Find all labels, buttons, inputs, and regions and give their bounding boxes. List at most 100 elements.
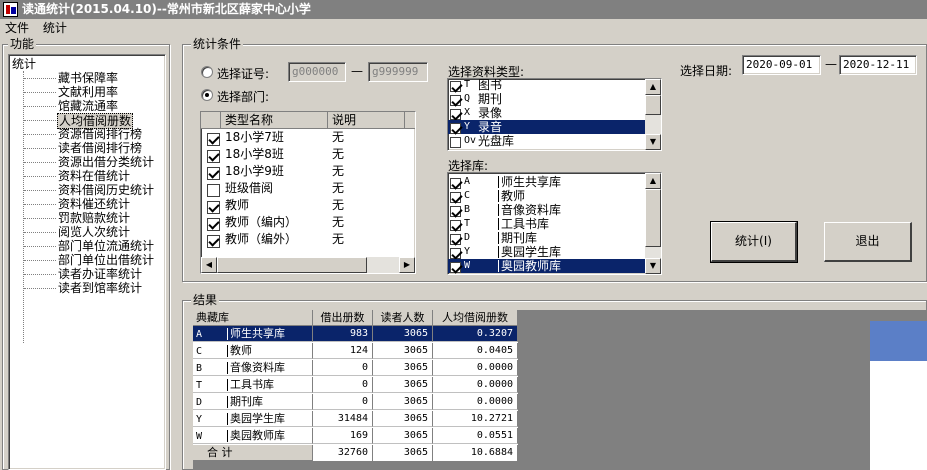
- radio-card-number[interactable]: [201, 66, 213, 78]
- tree-root[interactable]: 统计: [12, 57, 36, 71]
- scroll-right-icon[interactable]: ▶: [399, 257, 415, 273]
- card-to-input[interactable]: g999999: [368, 62, 428, 82]
- results-cell[interactable]: 983: [313, 326, 373, 342]
- dept-hscroll[interactable]: ◀ ▶: [201, 257, 415, 273]
- results-cell[interactable]: W 奥园教师库: [193, 428, 313, 444]
- tree-item[interactable]: 罚款赔款统计: [57, 211, 131, 225]
- library-vscroll-thumb[interactable]: [645, 189, 661, 247]
- checkbox-icon[interactable]: [450, 95, 461, 106]
- checkbox-icon[interactable]: [450, 109, 461, 120]
- results-cell[interactable]: 0.0405: [433, 343, 518, 359]
- checkbox-icon[interactable]: [450, 248, 461, 259]
- results-cell[interactable]: C 教师: [193, 343, 313, 359]
- results-cell[interactable]: 3065: [373, 377, 433, 393]
- checkbox-icon[interactable]: [207, 235, 220, 248]
- results-cell[interactable]: 0.0000: [433, 377, 518, 393]
- department-list[interactable]: 类型名称 说明 18小学7班无 18小学8班无 18小学9班无班级借阅无教师无教师（…: [200, 111, 416, 274]
- library-list[interactable]: A 师生共享库 C 教师 B 音像资料库 T 工具书库 D 期刊库 Y 奥园学生库 W 奥园教师库 ▲ ▼: [447, 172, 662, 275]
- type-row[interactable]: Ov 光盘库: [448, 134, 645, 148]
- library-row[interactable]: Y 奥园学生库: [448, 245, 645, 259]
- checkbox-icon[interactable]: [450, 81, 461, 92]
- menu-statistics[interactable]: 统计: [38, 19, 72, 37]
- results-cell[interactable]: 31484: [313, 411, 373, 427]
- results-grid[interactable]: 典藏库 借出册数 读者人数 人均借阅册数 A 师生共享库 983 3065 0.3207 C 教师 1…: [193, 310, 927, 470]
- library-row[interactable]: A 师生共享库: [448, 175, 645, 189]
- type-row[interactable]: Y 录音: [448, 120, 645, 134]
- checkbox-icon[interactable]: [207, 184, 220, 197]
- dept-row[interactable]: 教师（编内） 无: [201, 214, 415, 231]
- library-row[interactable]: D 期刊库: [448, 231, 645, 245]
- menu-file[interactable]: 文件: [0, 19, 34, 37]
- dept-header-desc[interactable]: 说明: [328, 112, 405, 129]
- checkbox-icon[interactable]: [450, 123, 461, 134]
- library-row[interactable]: W 奥园教师库: [448, 259, 645, 273]
- dept-row[interactable]: 18小学8班 无: [201, 146, 415, 163]
- results-cell[interactable]: 124: [313, 343, 373, 359]
- results-cell[interactable]: 3065: [373, 411, 433, 427]
- tree-item[interactable]: 读者借阅排行榜: [57, 141, 143, 155]
- dept-hscroll-thumb[interactable]: [217, 257, 367, 273]
- results-cell[interactable]: 169: [313, 428, 373, 444]
- tree-item[interactable]: 资料借阅历史统计: [57, 183, 155, 197]
- checkbox-icon[interactable]: [207, 167, 220, 180]
- tree-item[interactable]: 读者到馆率统计: [57, 281, 143, 295]
- library-row[interactable]: T 工具书库: [448, 217, 645, 231]
- dept-header-name[interactable]: 类型名称: [221, 112, 328, 129]
- results-cell[interactable]: 0.0000: [433, 360, 518, 376]
- tree-item[interactable]: 阅览人次统计: [57, 225, 131, 239]
- results-header-cell[interactable]: 人均借阅册数: [433, 310, 518, 326]
- results-cell[interactable]: 0: [313, 377, 373, 393]
- tree-item[interactable]: 资料催还统计: [57, 197, 131, 211]
- results-cell[interactable]: 3065: [373, 360, 433, 376]
- scroll-down-icon[interactable]: ▼: [645, 258, 661, 274]
- statistics-button[interactable]: 统计(I): [710, 221, 798, 263]
- tree-item[interactable]: 部门单位出借统计: [57, 253, 155, 267]
- dept-row[interactable]: 18小学9班 无: [201, 163, 415, 180]
- checkbox-icon[interactable]: [450, 220, 461, 231]
- results-cell[interactable]: 3065: [373, 428, 433, 444]
- results-cell[interactable]: 0.0000: [433, 394, 518, 410]
- results-cell[interactable]: 10.2721: [433, 411, 518, 427]
- dept-row[interactable]: 教师（编外） 无: [201, 231, 415, 248]
- checkbox-icon[interactable]: [207, 218, 220, 231]
- results-header-cell[interactable]: 典藏库: [193, 310, 313, 326]
- scroll-up-icon[interactable]: ▲: [645, 173, 661, 189]
- results-cell[interactable]: 0: [313, 360, 373, 376]
- checkbox-icon[interactable]: [450, 206, 461, 217]
- checkbox-icon[interactable]: [450, 137, 461, 148]
- date-to-input[interactable]: 2020-12-11: [839, 55, 917, 75]
- type-row[interactable]: Q 期刊: [448, 92, 645, 106]
- results-cell[interactable]: 0.3207: [433, 326, 518, 342]
- library-row[interactable]: C 教师: [448, 189, 645, 203]
- results-cell[interactable]: 3065: [373, 326, 433, 342]
- type-vscroll-thumb[interactable]: [645, 95, 661, 115]
- dept-row[interactable]: 班级借阅 无: [201, 180, 415, 197]
- scroll-down-icon[interactable]: ▼: [645, 134, 661, 150]
- card-from-input[interactable]: g000000: [288, 62, 346, 82]
- app-icon[interactable]: [3, 2, 18, 17]
- dept-row[interactable]: 18小学7班 无: [201, 129, 415, 146]
- results-header-cell[interactable]: 读者人数: [373, 310, 433, 326]
- results-cell[interactable]: 0: [313, 394, 373, 410]
- checkbox-icon[interactable]: [207, 133, 220, 146]
- checkbox-icon[interactable]: [450, 234, 461, 245]
- type-row[interactable]: T 图书: [448, 79, 645, 92]
- results-cell[interactable]: Y 奥园学生库: [193, 411, 313, 427]
- date-from-input[interactable]: 2020-09-01: [742, 55, 821, 75]
- library-vscroll[interactable]: ▲ ▼: [645, 173, 661, 274]
- type-list[interactable]: T 图书 Q 期刊 X 录像 Y 录音 Ov 光盘库 ▲ ▼: [447, 78, 662, 151]
- results-cell[interactable]: D 期刊库: [193, 394, 313, 410]
- tree-item[interactable]: 文献利用率: [57, 85, 119, 99]
- tree-item[interactable]: 藏书保障率: [57, 71, 119, 85]
- tree-item[interactable]: 读者办证率统计: [57, 267, 143, 281]
- scroll-up-icon[interactable]: ▲: [645, 79, 661, 95]
- type-row[interactable]: X 录像: [448, 106, 645, 120]
- results-cell[interactable]: 3065: [373, 394, 433, 410]
- checkbox-icon[interactable]: [207, 150, 220, 163]
- exit-button[interactable]: 退出: [824, 222, 912, 262]
- tree-item[interactable]: 资源借阅排行榜: [57, 127, 143, 141]
- results-cell[interactable]: A 师生共享库: [193, 326, 313, 342]
- tree-item[interactable]: 部门单位流通统计: [57, 239, 155, 253]
- dept-row[interactable]: 教师 无: [201, 197, 415, 214]
- results-cell[interactable]: T 工具书库: [193, 377, 313, 393]
